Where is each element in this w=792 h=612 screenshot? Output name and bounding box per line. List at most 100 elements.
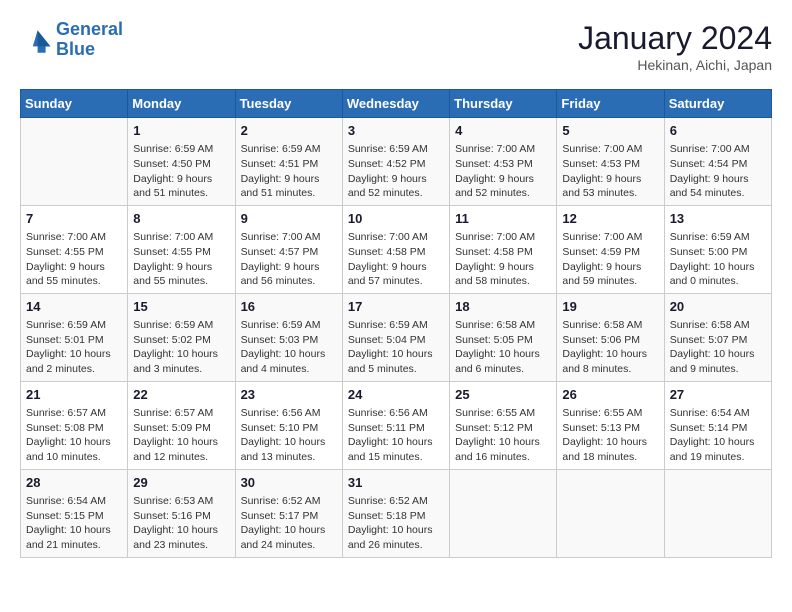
calendar-cell: 9Sunrise: 7:00 AMSunset: 4:57 PMDaylight… [235, 205, 342, 293]
day-info-line: Sunset: 4:59 PM [562, 245, 658, 260]
weekday-header-sunday: Sunday [21, 90, 128, 118]
day-info-line: Sunset: 5:04 PM [348, 333, 444, 348]
day-info-line: Daylight: 10 hours [133, 435, 229, 450]
calendar-cell: 30Sunrise: 6:52 AMSunset: 5:17 PMDayligh… [235, 469, 342, 557]
day-info-line: Daylight: 9 hours [241, 172, 337, 187]
day-info-line: Sunrise: 6:56 AM [241, 406, 337, 421]
logo: General Blue [20, 20, 123, 60]
day-info-line: and 15 minutes. [348, 450, 444, 465]
day-number: 15 [133, 298, 229, 316]
page-header: General Blue January 2024 Hekinan, Aichi… [20, 20, 772, 73]
day-info-line: Daylight: 9 hours [133, 260, 229, 275]
day-info-line: Sunset: 5:00 PM [670, 245, 766, 260]
day-number: 1 [133, 122, 229, 140]
day-number: 9 [241, 210, 337, 228]
day-info-line: and 5 minutes. [348, 362, 444, 377]
weekday-header-tuesday: Tuesday [235, 90, 342, 118]
day-info-line: and 59 minutes. [562, 274, 658, 289]
day-info-line: and 0 minutes. [670, 274, 766, 289]
day-info-line: Daylight: 10 hours [348, 435, 444, 450]
day-info-line: Daylight: 10 hours [455, 347, 551, 362]
day-info-line: Sunset: 5:15 PM [26, 509, 122, 524]
day-info-line: and 18 minutes. [562, 450, 658, 465]
day-info-line: Sunset: 4:50 PM [133, 157, 229, 172]
day-info-line: Daylight: 10 hours [133, 523, 229, 538]
calendar-cell: 23Sunrise: 6:56 AMSunset: 5:10 PMDayligh… [235, 381, 342, 469]
day-info-line: Daylight: 10 hours [562, 435, 658, 450]
day-number: 14 [26, 298, 122, 316]
day-info-line: Sunrise: 6:55 AM [455, 406, 551, 421]
calendar-cell: 26Sunrise: 6:55 AMSunset: 5:13 PMDayligh… [557, 381, 664, 469]
day-info-line: Sunrise: 6:57 AM [133, 406, 229, 421]
calendar-week-5: 28Sunrise: 6:54 AMSunset: 5:15 PMDayligh… [21, 469, 772, 557]
day-info-line: Sunrise: 6:59 AM [348, 318, 444, 333]
calendar-cell: 16Sunrise: 6:59 AMSunset: 5:03 PMDayligh… [235, 293, 342, 381]
day-number: 11 [455, 210, 551, 228]
day-number: 31 [348, 474, 444, 492]
calendar-cell: 28Sunrise: 6:54 AMSunset: 5:15 PMDayligh… [21, 469, 128, 557]
title-block: January 2024 Hekinan, Aichi, Japan [578, 20, 772, 73]
day-info-line: and 51 minutes. [133, 186, 229, 201]
day-number: 18 [455, 298, 551, 316]
day-number: 2 [241, 122, 337, 140]
day-info-line: Daylight: 10 hours [562, 347, 658, 362]
day-info-line: Sunrise: 6:57 AM [26, 406, 122, 421]
day-number: 24 [348, 386, 444, 404]
day-info-line: Sunrise: 6:59 AM [670, 230, 766, 245]
day-info-line: and 52 minutes. [455, 186, 551, 201]
day-info-line: Daylight: 9 hours [455, 260, 551, 275]
calendar-week-1: 1 Sunrise: 6:59 AMSunset: 4:50 PM Daylight… [21, 118, 772, 206]
day-info-line: and 19 minutes. [670, 450, 766, 465]
day-info-line: and 24 minutes. [241, 538, 337, 553]
day-info-line: Daylight: 10 hours [26, 523, 122, 538]
day-info-line: and 13 minutes. [241, 450, 337, 465]
day-info-line: Daylight: 9 hours [562, 260, 658, 275]
weekday-header-wednesday: Wednesday [342, 90, 449, 118]
day-info-line: and 23 minutes. [133, 538, 229, 553]
calendar-cell: 15Sunrise: 6:59 AMSunset: 5:02 PMDayligh… [128, 293, 235, 381]
calendar-cell: 17Sunrise: 6:59 AMSunset: 5:04 PMDayligh… [342, 293, 449, 381]
day-info-line: Sunrise: 6:58 AM [455, 318, 551, 333]
day-number: 12 [562, 210, 658, 228]
day-info-line: Sunset: 5:07 PM [670, 333, 766, 348]
calendar-table: SundayMondayTuesdayWednesdayThursdayFrid… [20, 89, 772, 558]
day-info-line: Sunset: 5:14 PM [670, 421, 766, 436]
day-info-line: Daylight: 9 hours [348, 260, 444, 275]
day-info-line: Sunrise: 7:00 AM [348, 230, 444, 245]
calendar-cell: 1Sunrise: 6:59 AMSunset: 4:50 PMDaylight… [128, 118, 235, 206]
day-info-line: Sunset: 5:18 PM [348, 509, 444, 524]
day-info-line: Sunrise: 6:53 AM [133, 494, 229, 509]
day-info-line: Sunrise: 6:54 AM [670, 406, 766, 421]
weekday-header-thursday: Thursday [450, 90, 557, 118]
calendar-cell: 18Sunrise: 6:58 AMSunset: 5:05 PMDayligh… [450, 293, 557, 381]
day-info-line: Daylight: 10 hours [670, 435, 766, 450]
day-info-line: Sunrise: 6:59 AM [26, 318, 122, 333]
day-info-line: Sunset: 5:03 PM [241, 333, 337, 348]
day-info-line: Sunset: 5:08 PM [26, 421, 122, 436]
day-number: 21 [26, 386, 122, 404]
day-info-line: and 4 minutes. [241, 362, 337, 377]
day-info-line: and 51 minutes. [241, 186, 337, 201]
day-info-line: and 21 minutes. [26, 538, 122, 553]
day-info-line: Sunrise: 6:59 AM [133, 142, 229, 157]
day-info-line: Daylight: 10 hours [348, 523, 444, 538]
day-number: 20 [670, 298, 766, 316]
day-info-line: Sunrise: 6:52 AM [348, 494, 444, 509]
day-info-line: Daylight: 10 hours [670, 347, 766, 362]
calendar-cell: 5Sunrise: 7:00 AMSunset: 4:53 PMDaylight… [557, 118, 664, 206]
day-info-line: Sunrise: 7:00 AM [455, 142, 551, 157]
day-number: 16 [241, 298, 337, 316]
day-info-line: Sunset: 5:16 PM [133, 509, 229, 524]
day-info-line: Sunrise: 7:00 AM [133, 230, 229, 245]
calendar-cell [21, 118, 128, 206]
day-info-line: Sunrise: 6:58 AM [670, 318, 766, 333]
day-info-line: and 8 minutes. [562, 362, 658, 377]
calendar-cell: 10Sunrise: 7:00 AMSunset: 4:58 PMDayligh… [342, 205, 449, 293]
day-info-line: and 26 minutes. [348, 538, 444, 553]
calendar-week-3: 14Sunrise: 6:59 AMSunset: 5:01 PMDayligh… [21, 293, 772, 381]
day-info-line: Sunrise: 6:56 AM [348, 406, 444, 421]
logo-text: General Blue [56, 20, 123, 60]
day-info-line: Sunrise: 6:54 AM [26, 494, 122, 509]
day-info-line: and 54 minutes. [670, 186, 766, 201]
day-info-line: Sunset: 5:12 PM [455, 421, 551, 436]
